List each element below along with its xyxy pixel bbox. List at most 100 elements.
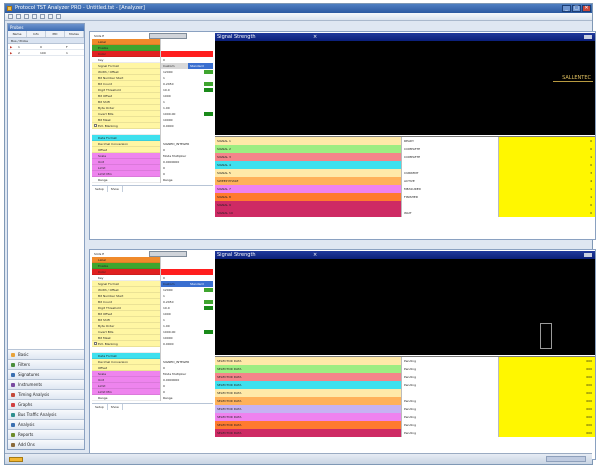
nav-item-signatures[interactable]: Signatures xyxy=(8,369,84,379)
nav-icon xyxy=(11,353,15,357)
signal-state: READY xyxy=(401,137,498,145)
signal-value: 0 xyxy=(498,201,595,209)
tab-show[interactable]: Show xyxy=(108,404,123,410)
help-icon[interactable] xyxy=(56,14,61,19)
signal-row[interactable]: SELECTOR DATA Pending 000 xyxy=(215,413,595,421)
nav-icon xyxy=(11,443,15,447)
maximize-button[interactable]: □ xyxy=(572,5,581,12)
nav-item-graphs[interactable]: Graphs xyxy=(8,399,84,409)
signal-row[interactable]: SELECTOR DATA Pending 000 xyxy=(215,365,595,373)
signal-value: 000 xyxy=(498,413,595,421)
signal-row[interactable]: SELECTOR DATA Pending 000 xyxy=(215,429,595,437)
nav-item-bus-traffic-analysis[interactable]: Bus Traffic Analysis xyxy=(8,409,84,419)
signal-row[interactable]: SIGNAL 9 0 xyxy=(215,201,595,209)
property-tabs: Setup Show xyxy=(92,403,213,410)
settings-icon[interactable] xyxy=(48,14,53,19)
scope-controls[interactable] xyxy=(584,35,592,39)
scope-marker: × xyxy=(313,252,318,258)
probe-row-marker: ▶ xyxy=(10,51,13,55)
signal-row[interactable]: SELECTOR DATA Pending 000 xyxy=(215,381,595,389)
nav-item-filters[interactable]: Filters xyxy=(8,359,84,369)
nav-item-label: Basic xyxy=(18,352,29,357)
signal-row[interactable]: SIGNAL 5 CURRENT 3 xyxy=(215,169,595,177)
signal-table: SELECTOR DATA Pending 000 SELECTOR DATA Pend… xyxy=(215,356,595,437)
property-row[interactable]: Range Range xyxy=(92,395,213,401)
signal-name: SELECTOR DATA xyxy=(215,357,401,365)
signal-state: Pending xyxy=(401,413,498,421)
signal-name: SELECTOR DATA xyxy=(215,421,401,429)
signal-row[interactable]: SIGNAL 10 WAIT 0 xyxy=(215,209,595,217)
signal-state: COMPLETE xyxy=(401,145,498,153)
status-bar xyxy=(5,453,592,464)
zoom-slider[interactable] xyxy=(546,456,586,462)
nav-item-reports[interactable]: Reports xyxy=(8,429,84,439)
tab-name[interactable]: Name xyxy=(8,31,27,37)
signal-state: Pending xyxy=(401,357,498,365)
signal-row[interactable]: SELECTOR DATA Pending 000 xyxy=(215,373,595,381)
save-icon[interactable] xyxy=(24,14,29,19)
stop-icon[interactable] xyxy=(32,14,37,19)
signal-row[interactable]: SIGNAL 7 MEASURED 1 xyxy=(215,185,595,193)
signal-row[interactable]: SELECTOR DATA Pending 000 xyxy=(215,421,595,429)
property-value[interactable]: Range xyxy=(160,395,213,401)
nav-item-timing-analysis[interactable]: Timing Analysis xyxy=(8,389,84,399)
scope-title-bar: Signal Strength × xyxy=(215,251,595,259)
signal-value: 3 xyxy=(498,169,595,177)
probe-id: 100 xyxy=(40,51,46,55)
signal-row[interactable]: SELECTOR DATA Pending 000 xyxy=(215,397,595,405)
nav-item-basic[interactable]: Basic xyxy=(8,349,84,359)
value-indicator xyxy=(204,112,213,116)
signal-name: SIGNAL 5 xyxy=(215,169,401,177)
probe-row[interactable]: ▶ 2 100 1 xyxy=(8,50,84,56)
signal-row[interactable]: SIGNAL 8 FINISHED 1 xyxy=(215,193,595,201)
signal-row[interactable]: SIGNAL 1 READY 0 xyxy=(215,137,595,145)
nav-item-label: Timing Analysis xyxy=(18,392,50,397)
property-label: Range xyxy=(98,396,108,400)
value-indicator xyxy=(204,288,213,292)
signal-name: SIGNAL 7 xyxy=(215,185,401,193)
scope-title-bar: Signal Strength × xyxy=(215,33,595,41)
nav-item-label: Signatures xyxy=(18,372,40,377)
scope-controls[interactable] xyxy=(584,253,592,257)
signal-row[interactable]: SIGNAL 4 0 xyxy=(215,161,595,169)
application-window: Protocol TST Analyzer PRO - Untitled.tst… xyxy=(4,3,596,465)
navigation-list: Basic Filters Signatures Instruments Timing … xyxy=(8,349,84,449)
nav-item-analysis[interactable]: Analysis xyxy=(8,419,84,429)
signal-row[interactable]: SIGNAL 2 COMPLETE 0 xyxy=(215,145,595,153)
tab-show[interactable]: Show xyxy=(108,186,123,192)
open-icon[interactable] xyxy=(16,14,21,19)
signal-state xyxy=(401,161,498,169)
signal-row[interactable]: SIGNAL 3 COMPLETE 1 xyxy=(215,153,595,161)
probe-pane-tabs: Name Info PID Modes xyxy=(8,31,84,38)
tab-setup[interactable]: Setup xyxy=(92,404,108,410)
signal-state xyxy=(401,389,498,397)
nav-item-label: Bus Traffic Analysis xyxy=(18,412,57,417)
signal-name: SIGNAL 4 xyxy=(215,161,401,169)
value-indicator xyxy=(204,306,213,310)
nav-item-add-ons[interactable]: Add Ons xyxy=(8,439,84,449)
signal-name: SWEEP PHASE xyxy=(215,177,401,185)
property-grid: Slots E Label Enable Color Key 0 Signal Format… xyxy=(92,251,213,410)
property-row[interactable]: Range Range xyxy=(92,177,213,183)
signal-row[interactable]: SELECTOR DATA Pending 000 xyxy=(215,357,595,365)
tab-info[interactable]: Info xyxy=(27,31,46,37)
signal-name: SIGNAL 9 xyxy=(215,201,401,209)
run-icon[interactable] xyxy=(40,14,45,19)
probe-bus: 2 xyxy=(18,51,20,55)
tab-setup[interactable]: Setup xyxy=(92,186,108,192)
tab-modes[interactable]: Modes xyxy=(65,31,84,37)
close-button[interactable]: ✕ xyxy=(582,5,591,12)
property-value[interactable]: Range xyxy=(160,177,213,183)
signal-name: SELECTOR DATA xyxy=(215,413,401,421)
signal-name: SELECTOR DATA xyxy=(215,429,401,437)
window-title: Protocol TST Analyzer PRO - Untitled.tst… xyxy=(15,5,145,11)
tab-pid[interactable]: PID xyxy=(46,31,65,37)
signal-row[interactable]: SELECTOR DATA Pending 000 xyxy=(215,405,595,413)
signal-row[interactable]: SELECTOR DATA 000 xyxy=(215,389,595,397)
signal-value: 000 xyxy=(498,365,595,373)
signal-row[interactable]: SWEEP PHASE ACTIVE 4 xyxy=(215,177,595,185)
new-icon[interactable] xyxy=(8,14,13,19)
minimize-button[interactable]: _ xyxy=(562,5,571,12)
signal-value: 000 xyxy=(498,397,595,405)
nav-item-instruments[interactable]: Instruments xyxy=(8,379,84,389)
